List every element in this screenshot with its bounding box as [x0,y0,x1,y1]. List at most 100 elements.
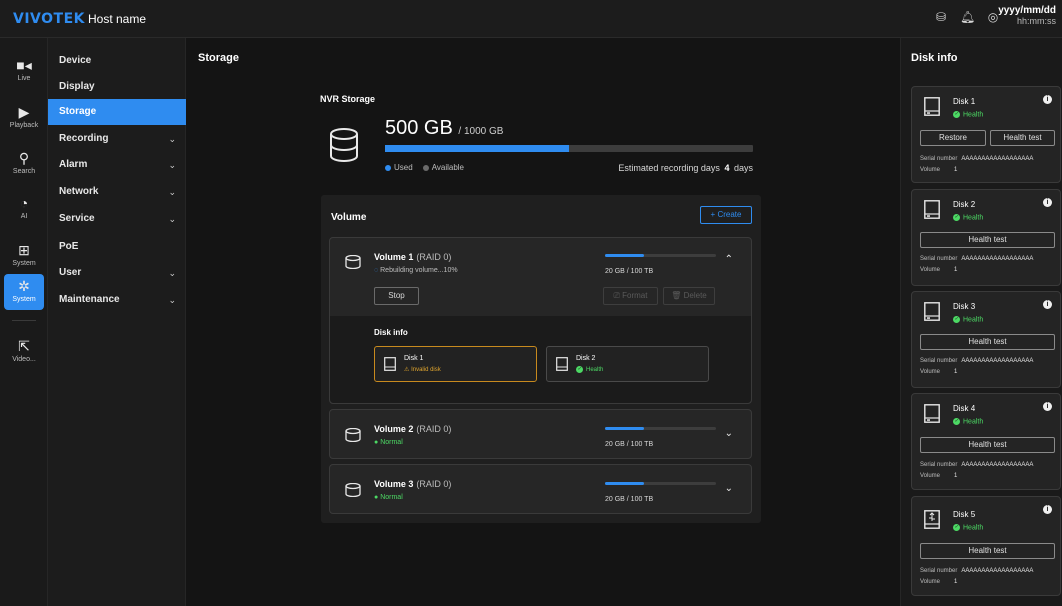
rail-label: AI [20,213,28,220]
create-volume-button[interactable]: + Create [700,206,752,224]
volume-card-3[interactable]: Volume 3 (RAID 0) ● Normal 20 GB / 100 TB… [329,464,752,514]
nav-maintenance[interactable]: Maintenance ⌄ [48,287,186,313]
volume-disk-1[interactable]: Disk 1 ⚠ Invalid disk [374,346,537,382]
rail-label: System [12,296,36,303]
disk-health-text: Health [963,316,984,324]
disk-icon [924,404,940,423]
rail-search[interactable]: ⚲ Search [4,146,44,182]
estimated-recording-days: Estimated recording days 4 days [618,163,753,173]
nav-poe[interactable]: PoE [48,234,186,260]
info-icon[interactable]: i [1043,198,1052,207]
serial-value: AAAAAAAAAAAAAAAAAA [961,358,1034,364]
volume-card-1[interactable]: Volume 1 (RAID 0) ◌ Rebuilding volume...1… [329,237,752,404]
chevron-down-icon[interactable]: ⌄ [725,483,733,494]
top-bar: VIVOTEK Host name ⛁ 🔔︎ ◎ yyyy/mm/dd hh:m… [0,0,1062,38]
volume-usage-fill [605,254,644,257]
est-label: Estimated recording days [618,163,720,173]
info-icon[interactable]: i [1043,402,1052,411]
volume-label: Volume [920,369,941,375]
volume-status: ● Normal [374,439,403,446]
serial-number: Serial number AAAAAAAAAAAAAAAAAA [920,358,1033,364]
disk-icon [924,97,940,116]
serial-value: AAAAAAAAAAAAAAAAAA [961,462,1034,468]
health-test-button[interactable]: Health test [990,130,1055,146]
settings-subnav: Device Display Storage Recording ⌄ Alarm ⌄… [48,38,186,606]
disk-name: Disk 2 [576,355,596,362]
volume-name: Volume 1 (RAID 0) [374,252,451,262]
volume-usage-fill [605,482,644,485]
disk-icon [384,357,396,371]
nav-service[interactable]: Service ⌄ [48,206,186,232]
nav-device[interactable]: Device [48,48,186,74]
delete-button[interactable]: 🗑 Delete [663,287,715,305]
rail-system[interactable]: ✲ System [4,274,44,310]
chevron-up-icon[interactable]: ⌃ [725,254,733,265]
disk-status: ✓ Health [576,366,603,373]
used-capacity: 500 GB [385,117,453,139]
volume-status: ◌ Rebuilding volume...10% [374,267,458,274]
rail-system-network[interactable]: ⊞ System [4,238,44,274]
check-circle-icon: ✓ [953,524,960,531]
check-circle-icon: ✓ [953,418,960,425]
nav-alarm[interactable]: Alarm ⌄ [48,152,186,178]
rail-live[interactable]: ■◂ Live [4,53,44,89]
stop-button[interactable]: Stop [374,287,419,305]
serial-label: Serial number [920,156,958,162]
disk-card-3: Disk 3 ✓ Health i Health test Serial numb… [911,291,1061,388]
volume-raid: (RAID 0) [416,479,452,489]
top-icons: ⛁ 🔔︎ ◎ [934,10,1000,24]
volume-usage-bar [605,254,716,257]
format-button[interactable]: ⎚ Format [603,287,658,305]
volume-value: 1 [954,579,958,585]
check-circle-icon: ✓ [953,316,960,323]
main-content: Storage NVR Storage 500 GB / 1000 GB Use… [187,38,900,606]
volume-card-2[interactable]: Volume 2 (RAID 0) ● Normal 20 GB / 100 TB… [329,409,752,459]
health-test-button[interactable]: Health test [920,334,1055,350]
disk-panel-title: Disk info [911,52,958,64]
export-icon: ⇱ [18,338,30,354]
volume-usage-bar [605,482,716,485]
health-test-button[interactable]: Health test [920,437,1055,453]
nav-label: Service [59,213,95,224]
restore-button[interactable]: Restore [920,130,986,146]
serial-value: AAAAAAAAAAAAAAAAAA [961,568,1034,574]
time-text: hh:mm:ss [1016,16,1056,26]
health-test-button[interactable]: Health test [920,232,1055,248]
rail-playback[interactable]: ▶ Playback [4,100,44,136]
notification-bell-icon[interactable]: 🔔︎ [960,10,975,24]
legend-available-label: Available [431,163,465,172]
serial-label: Serial number [920,358,958,364]
nav-recording[interactable]: Recording ⌄ [48,126,186,152]
nav-network[interactable]: Network ⌄ [48,179,186,205]
chevron-down-icon: ⌄ [168,214,176,224]
chevron-down-icon: ⌄ [168,268,176,278]
health-test-button[interactable]: Health test [920,543,1055,559]
nav-storage[interactable]: Storage [48,99,186,125]
volume-disk-2[interactable]: Disk 2 ✓ Health [546,346,709,382]
chevron-down-icon[interactable]: ⌄ [725,428,733,439]
rail-ai[interactable]: ◔ AI [4,191,44,227]
legend-used-label: Used [394,163,413,172]
rail-label: Video... [12,356,36,363]
info-icon[interactable]: i [1043,505,1052,514]
info-icon[interactable]: i [1043,300,1052,309]
volume-label: Volume [920,167,941,173]
volume-status-text: Rebuilding volume...10% [380,267,458,274]
volume-value: 1 [954,267,958,273]
rail-video-export[interactable]: ⇱ Video... [4,334,44,370]
nav-label: PoE [59,241,79,252]
volume-size: 20 GB / 100 TB [605,268,654,275]
disk-health-text: Health [963,214,984,222]
disk-health: ✓ Health [953,418,983,425]
volume-status-text: Normal [380,439,403,446]
info-icon[interactable]: i [1043,95,1052,104]
nav-user[interactable]: User ⌄ [48,260,186,286]
nav-label: Display [59,81,95,92]
disk-name: Disk 1 [404,355,424,362]
volume-assignment: Volume 1 [920,473,957,479]
storage-icon[interactable]: ⛁ [934,10,948,24]
nav-display[interactable]: Display [48,74,186,100]
disk-name: Disk 3 [953,302,976,311]
ai-icon: ◔ [19,195,29,211]
disk-status-text: Invalid disk [411,367,441,373]
